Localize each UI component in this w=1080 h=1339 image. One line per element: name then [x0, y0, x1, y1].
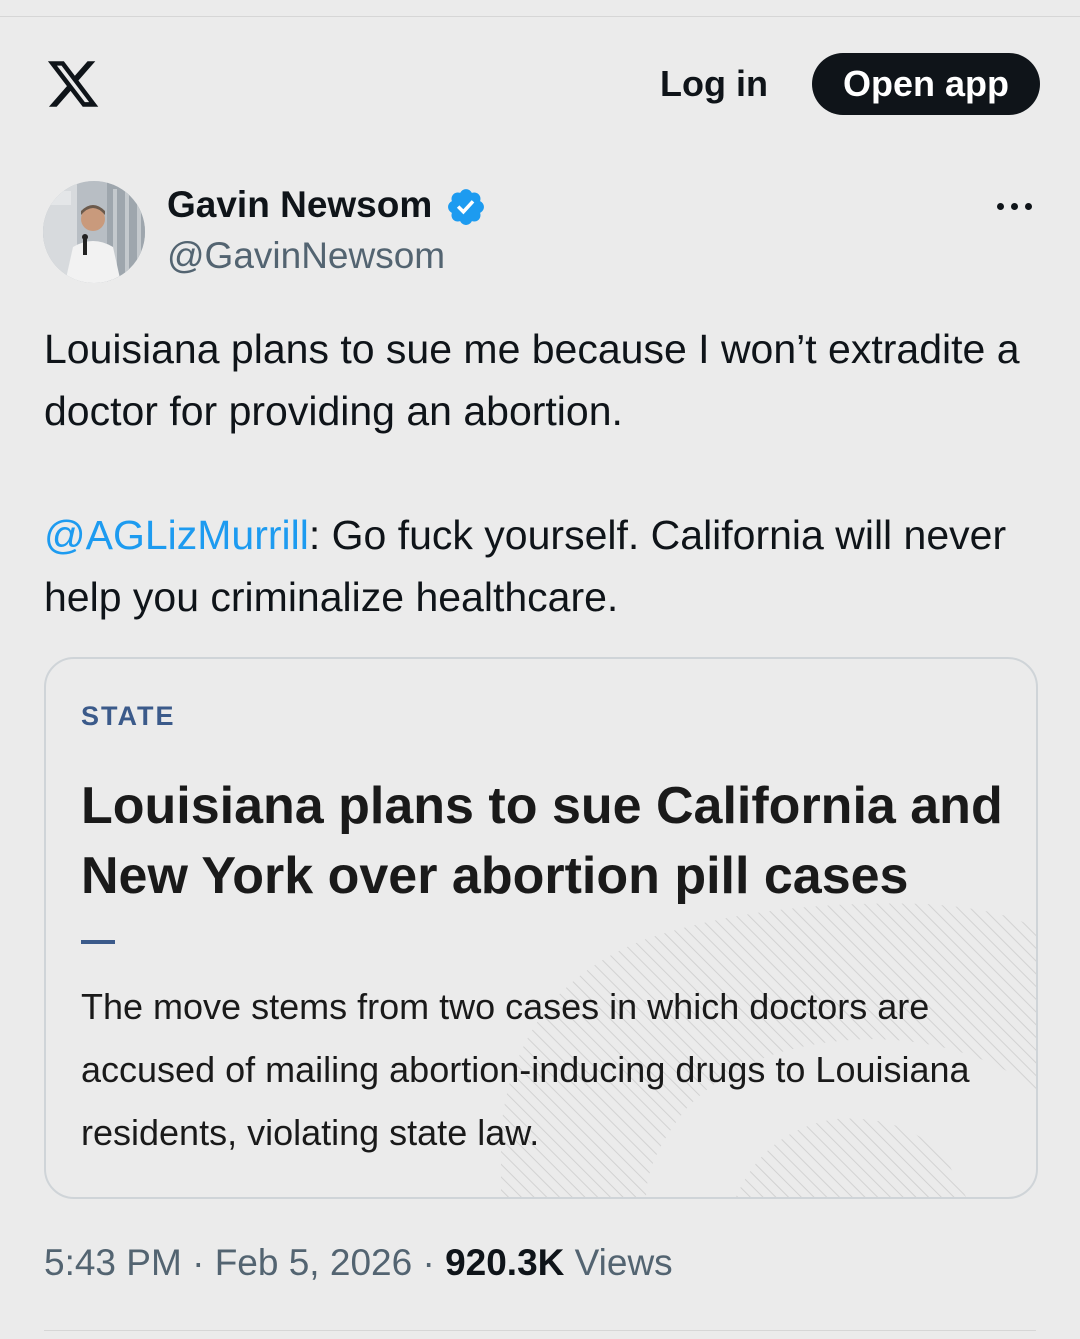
card-divider: [81, 940, 115, 944]
bottom-divider: [44, 1330, 1036, 1331]
more-options-icon[interactable]: [990, 186, 1040, 226]
login-link[interactable]: Log in: [660, 62, 768, 106]
tweet-paragraph: @AGLizMurrill: Go fuck yourself. Califor…: [44, 504, 1044, 628]
x-logo-icon[interactable]: [44, 56, 102, 112]
mention-link[interactable]: @AGLizMurrill: [44, 512, 309, 558]
views-label: Views: [574, 1242, 673, 1283]
author-name[interactable]: Gavin Newsom: [167, 183, 432, 227]
open-app-button[interactable]: Open app: [812, 53, 1040, 115]
link-preview-card[interactable]: STATE Louisiana plans to sue California …: [44, 657, 1038, 1199]
avatar-photo: [43, 181, 145, 283]
card-section-label: STATE: [81, 701, 176, 731]
tweet-paragraph: Louisiana plans to sue me because I won’…: [44, 326, 1020, 434]
tweet-meta: 5:43 PM · Feb 5, 2026 · 920.3K Views: [44, 1240, 673, 1286]
avatar[interactable]: [43, 181, 145, 283]
tweet-text: Louisiana plans to sue me because I won’…: [44, 318, 1044, 628]
views-count: 920.3K: [445, 1242, 565, 1283]
author-handle[interactable]: @GavinNewsom: [167, 234, 445, 278]
meta-separator: ·: [422, 1242, 435, 1283]
tweet-date[interactable]: Feb 5, 2026: [215, 1242, 412, 1283]
top-bar: Log in Open app: [0, 40, 1080, 130]
card-description: The move stems from two cases in which d…: [81, 986, 970, 1153]
top-divider: [0, 16, 1080, 17]
verified-badge-icon: [448, 189, 484, 225]
tweet-time[interactable]: 5:43 PM: [44, 1242, 182, 1283]
card-headline: Louisiana plans to sue California and Ne…: [81, 777, 1003, 905]
meta-separator: ·: [192, 1242, 205, 1283]
